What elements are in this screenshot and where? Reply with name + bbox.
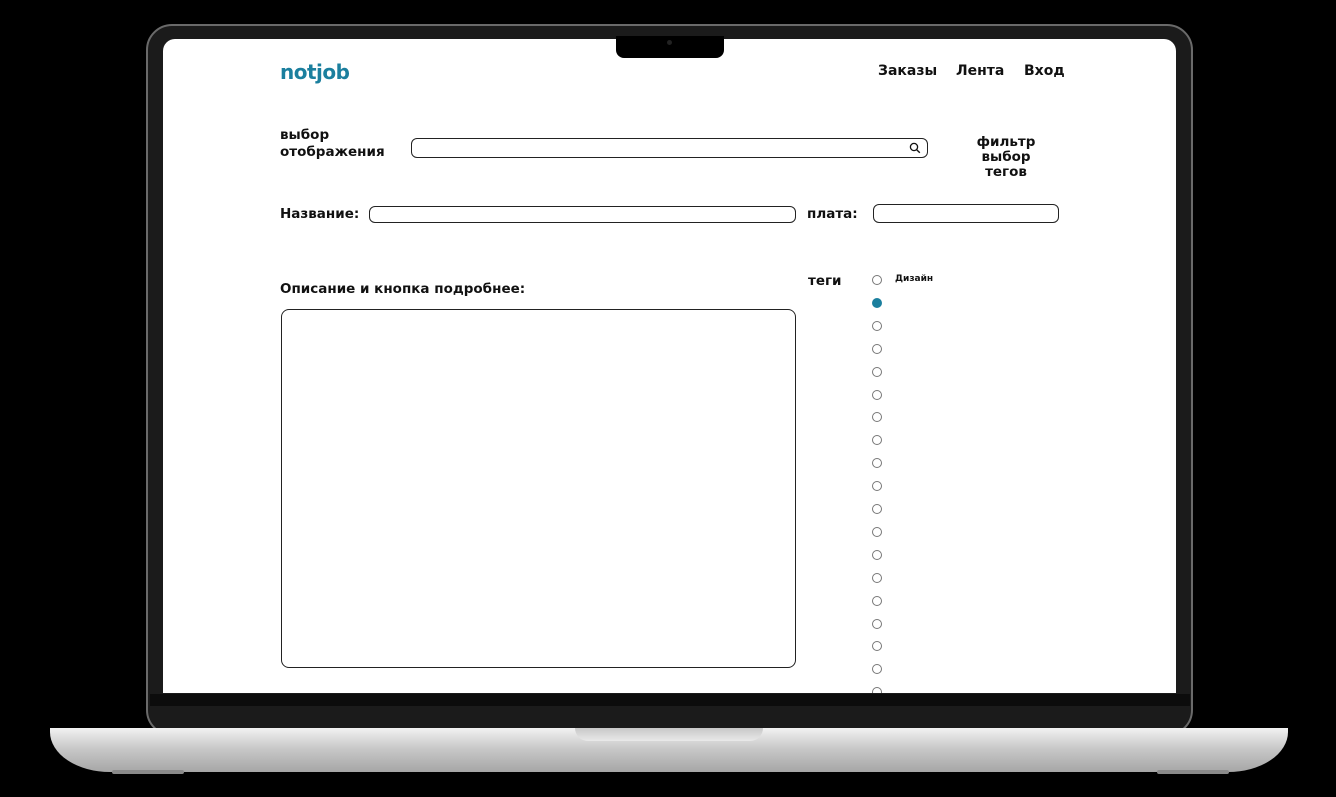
nav-login[interactable]: Вход — [1024, 63, 1065, 79]
description-textarea[interactable] — [281, 309, 796, 668]
nav-feed[interactable]: Лента — [956, 63, 1004, 79]
laptop-base — [50, 728, 1288, 772]
filter-tags-button[interactable]: фильтр выбор тегов — [961, 135, 1051, 180]
view-select-line2: отображения — [280, 144, 385, 160]
tag-radio-13[interactable] — [872, 549, 882, 560]
description-label: Описание и кнопка подробнее: — [280, 281, 526, 297]
tags-label: теги — [808, 273, 842, 289]
view-select[interactable]: выбор отображения — [280, 127, 385, 161]
tag-radio-14[interactable] — [872, 572, 882, 583]
tag-radio-15[interactable] — [872, 595, 882, 606]
name-input[interactable] — [369, 206, 796, 223]
tag-radio-10[interactable] — [872, 481, 882, 492]
laptop-foot-right — [1157, 770, 1229, 774]
filter-line1: фильтр — [976, 134, 1036, 150]
tag-radio-1[interactable] — [872, 275, 882, 285]
tag-radio-7[interactable] — [872, 412, 882, 423]
view-select-line1: выбор — [280, 127, 330, 143]
tag-radio-3[interactable] — [872, 320, 882, 331]
tag-radio-12[interactable] — [872, 526, 882, 537]
laptop-groove — [575, 728, 763, 741]
search-icon[interactable] — [909, 142, 921, 154]
pay-input[interactable] — [873, 204, 1059, 223]
tag-radio-6[interactable] — [872, 389, 882, 400]
tag-radio-4[interactable] — [872, 343, 882, 354]
pay-label: плата: — [807, 206, 858, 222]
name-label: Название: — [280, 206, 360, 222]
laptop-foot-left — [112, 770, 184, 774]
laptop-bezel-bottom — [150, 694, 1190, 706]
logo[interactable]: notjob — [280, 60, 350, 84]
nav-orders[interactable]: Заказы — [878, 63, 937, 79]
filter-line2: выбор тегов — [981, 149, 1031, 180]
tag-radio-19[interactable] — [872, 687, 882, 693]
tag-radio-16[interactable] — [872, 618, 882, 629]
tag-radio-2[interactable] — [872, 297, 882, 308]
tag-radio-17[interactable] — [872, 641, 882, 652]
app-screen: notjob Заказы Лента Вход выбор отображен… — [163, 39, 1176, 693]
tag-radio-5[interactable] — [872, 366, 882, 377]
tag-radio-9[interactable] — [872, 458, 882, 469]
tag-radio-11[interactable] — [872, 504, 882, 514]
tag-radio-18[interactable] — [872, 664, 882, 675]
tag-radio-8[interactable] — [872, 435, 882, 446]
camera-icon — [667, 40, 672, 45]
tag-label-design: Дизайн — [895, 274, 934, 284]
search-input[interactable] — [411, 138, 928, 158]
camera-notch — [616, 36, 724, 58]
